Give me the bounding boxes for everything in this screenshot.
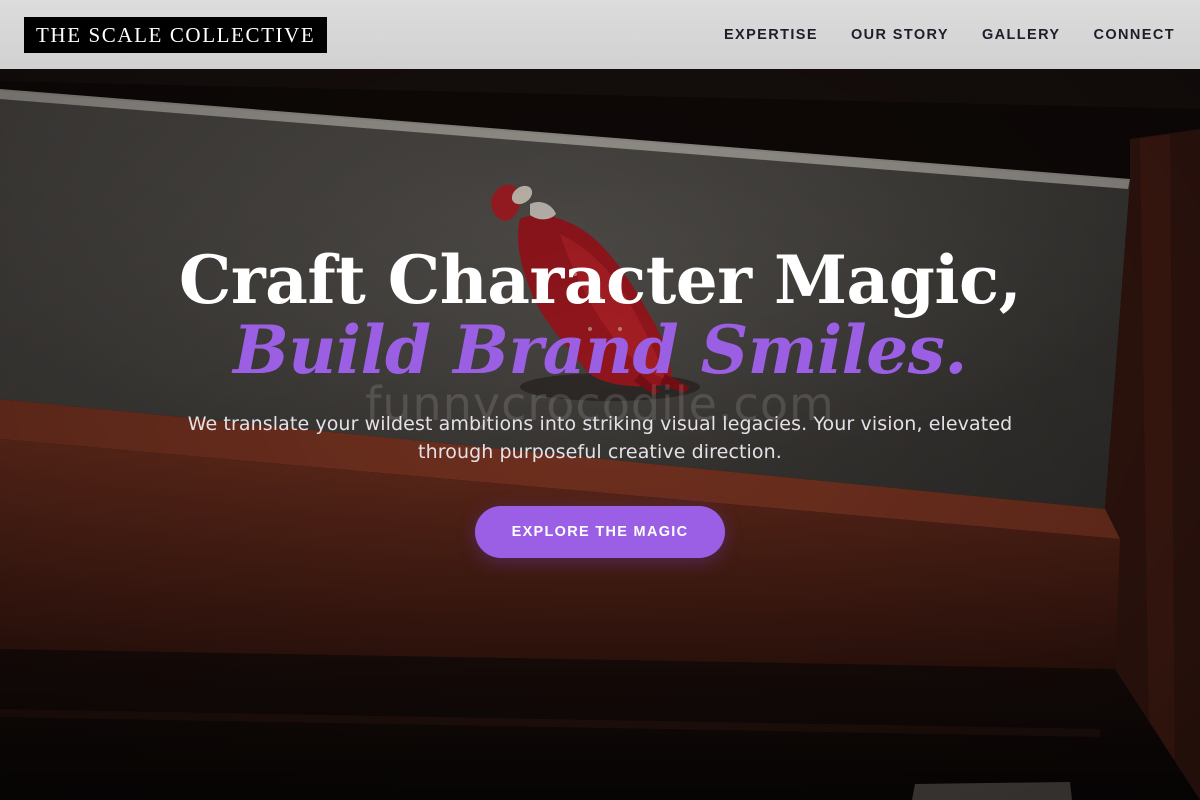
explore-the-magic-button[interactable]: EXPLORE THE MAGIC [475,506,725,558]
nav-link-expertise[interactable]: EXPERTISE [724,27,818,43]
hero-subtitle: We translate your wildest ambitions into… [187,413,1013,463]
nav-link-our-story[interactable]: OUR STORY [851,27,949,43]
hero-title: Craft Character Magic, Build Brand Smile… [100,245,1100,385]
site-header: THE SCALE COLLECTIVE EXPERTISE OUR STORY… [0,0,1200,69]
nav-link-connect[interactable]: CONNECT [1094,27,1176,43]
hero-title-line2: Build Brand Smiles. [233,311,967,389]
logo[interactable]: THE SCALE COLLECTIVE [24,16,328,53]
main-nav: EXPERTISE OUR STORY GALLERY CONNECT [724,27,1176,43]
hero-title-line1: Craft Character Magic, [178,241,1022,319]
nav-link-gallery[interactable]: GALLERY [982,27,1061,43]
